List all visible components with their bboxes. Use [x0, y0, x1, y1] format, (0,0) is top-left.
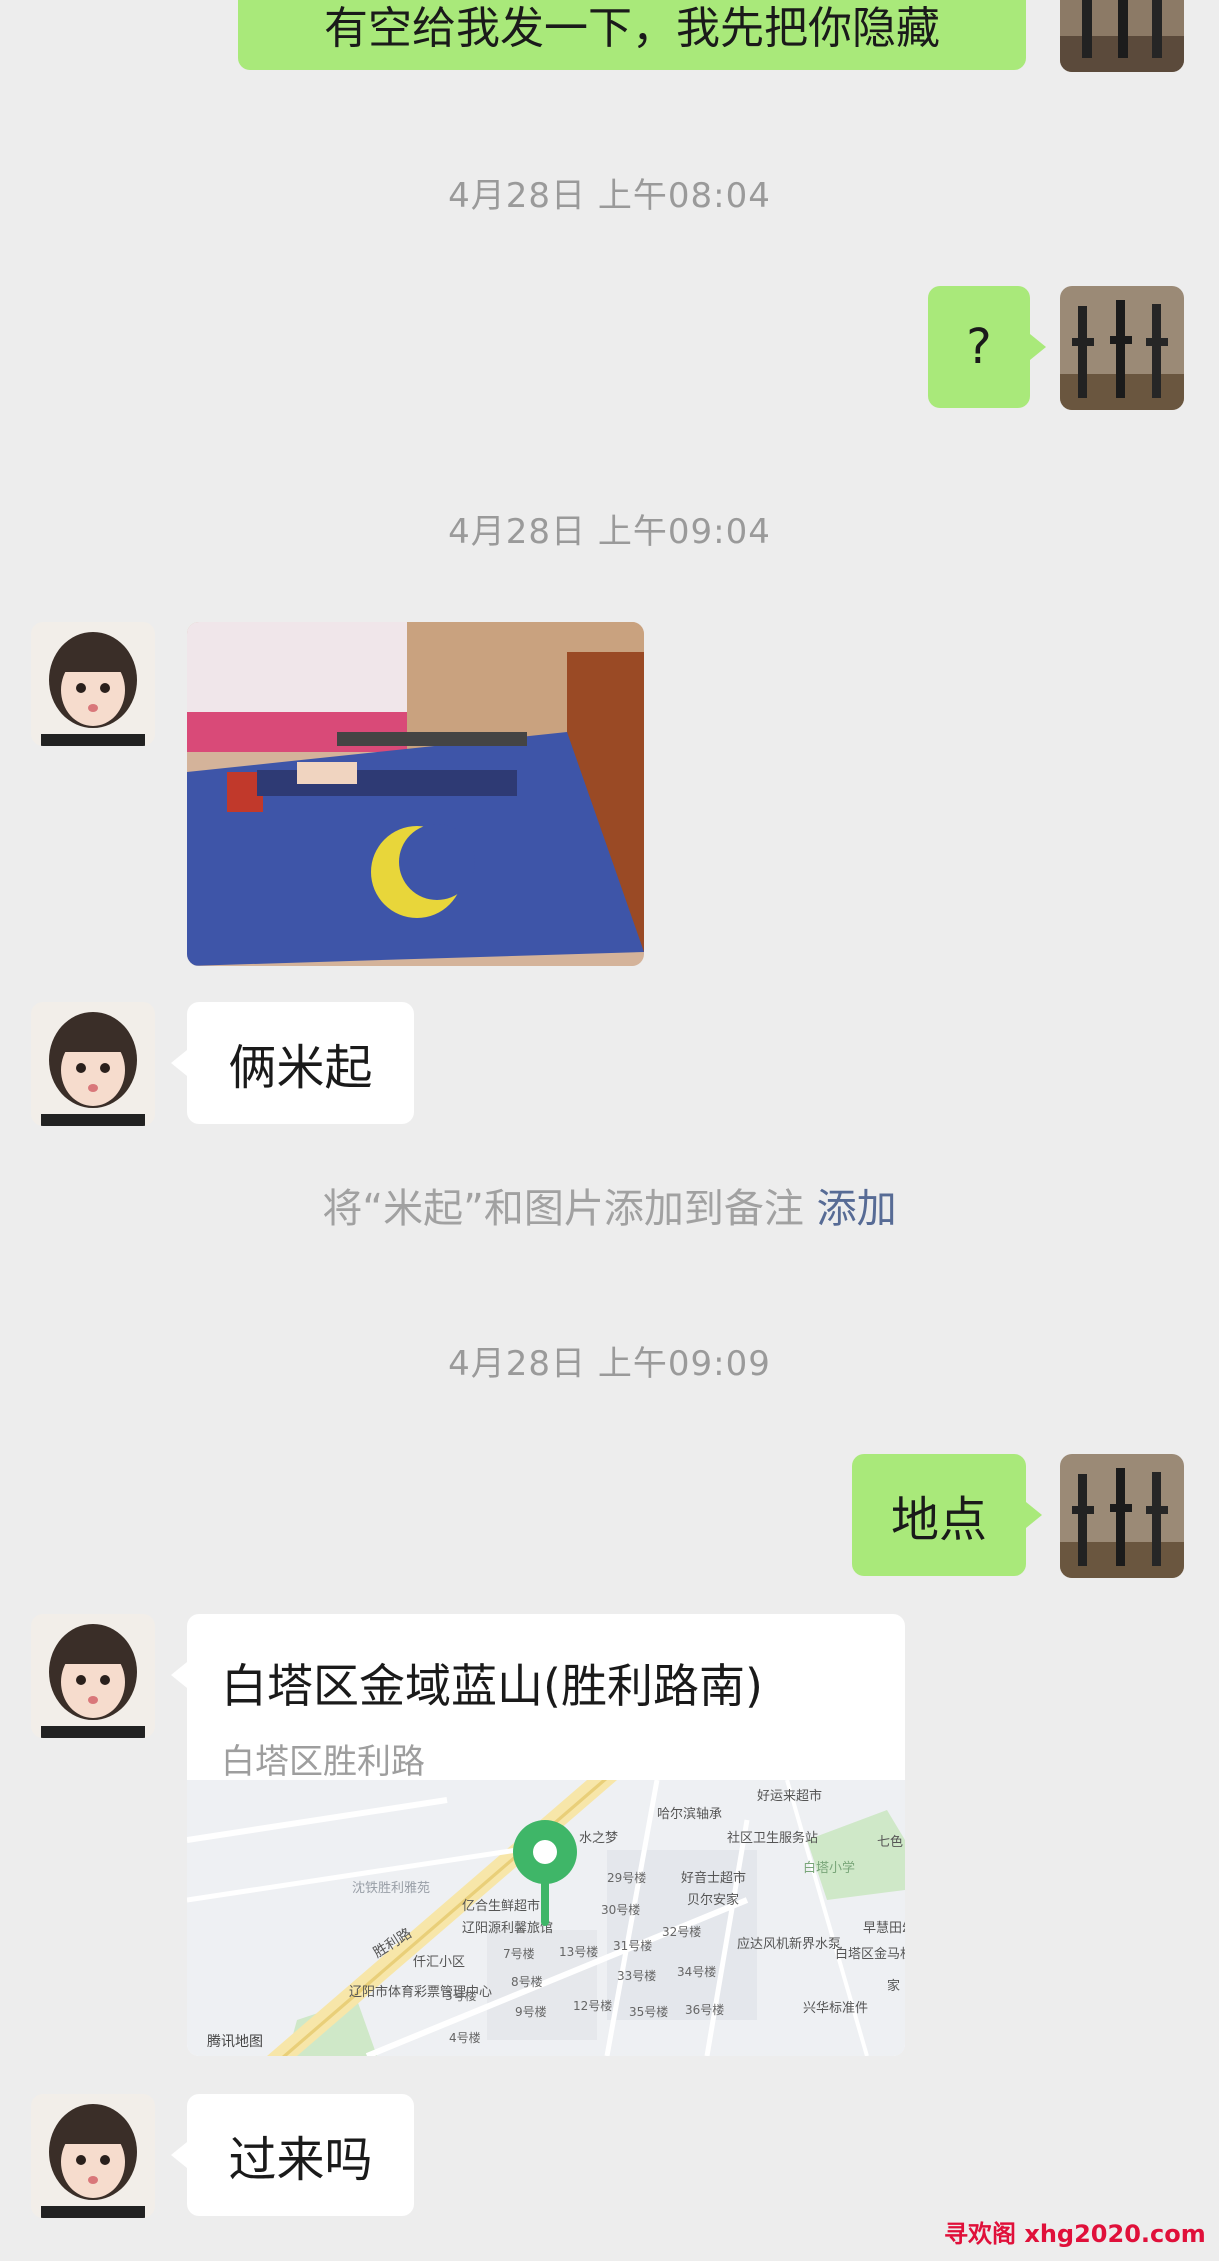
girl-avatar-icon	[31, 1614, 155, 1738]
map-label: 3号楼	[445, 1988, 477, 2003]
message-bubble-received[interactable]: 俩米起	[187, 1002, 414, 1124]
timestamp: 4月28日 上午08:04	[448, 176, 771, 216]
contact-avatar[interactable]	[31, 2094, 155, 2218]
map-label: 七色	[877, 1834, 903, 1850]
map-label: 8号楼	[511, 1974, 543, 1989]
girl-avatar-icon	[31, 2094, 155, 2218]
contact-avatar[interactable]	[31, 622, 155, 746]
message-bubble-sent-partial[interactable]: 有空给我发一下，我先把你隐藏	[238, 0, 1026, 70]
my-avatar[interactable]	[1060, 1454, 1184, 1578]
message-text: 地点	[890, 1492, 987, 1548]
map-image: 好运来超市 哈尔滨轴承 水之梦 社区卫生服务站 七色 白塔小学 沈铁胜利雅苑 2…	[187, 1779, 905, 2056]
remark-tip: 将“米起”和图片添加到备注 添加	[0, 1176, 1219, 1234]
bubble-tail	[1030, 334, 1046, 360]
remark-add-link[interactable]: 添加	[817, 1186, 897, 1232]
map-label: 兴华标准件	[803, 2001, 868, 2016]
map-label: 哈尔滨轴承	[657, 1806, 722, 1822]
girl-avatar-icon	[31, 1002, 155, 1126]
message-bubble-sent[interactable]: 地点	[852, 1454, 1026, 1576]
watermark: 寻欢阁 xhg2020.com	[944, 2220, 1206, 2248]
map-label: 水之梦	[579, 1831, 618, 1846]
rifles-avatar-icon	[1060, 0, 1184, 72]
map-label: 辽阳源利馨旅馆	[462, 1920, 553, 1936]
rifles-avatar-icon	[1060, 1454, 1184, 1578]
timestamp: 4月28日 上午09:04	[448, 512, 771, 552]
map-label: 33号楼	[617, 1968, 656, 1983]
girl-avatar-icon	[31, 622, 155, 746]
rifles-avatar-icon	[1060, 286, 1184, 410]
message-text: 有空给我发一下，我先把你隐藏	[324, 3, 940, 54]
map-label: 35号楼	[629, 2004, 668, 2019]
map-label: 白塔小学	[803, 1860, 855, 1876]
received-photo[interactable]	[187, 622, 644, 966]
map-label: 家	[887, 1978, 900, 1994]
my-avatar[interactable]	[1060, 0, 1184, 72]
message-text: 过来吗	[228, 2132, 373, 2188]
map-label: 早慧田幼	[863, 1920, 905, 1936]
location-title: 白塔区金域蓝山(胜利路南)	[221, 1659, 763, 1713]
timestamp: 4月28日 上午09:09	[448, 1344, 771, 1384]
bubble-tail	[171, 1662, 187, 1688]
contact-avatar[interactable]	[31, 1614, 155, 1738]
map-label: 4号楼	[449, 2030, 481, 2045]
map-label: 贝尔安家	[687, 1892, 739, 1908]
bubble-tail	[171, 2142, 187, 2168]
map-label: 7号楼	[503, 1946, 535, 1961]
bubble-tail	[1026, 1502, 1042, 1528]
map-label: 34号楼	[677, 1964, 716, 1979]
bubble-tail	[171, 1050, 187, 1076]
message-bubble-sent[interactable]: ?	[928, 286, 1030, 408]
my-avatar[interactable]	[1060, 286, 1184, 410]
map-label: 36号楼	[685, 2002, 724, 2017]
remark-tip-text: 将“米起”和图片添加到备注	[322, 1186, 804, 1232]
location-card[interactable]: 白塔区金域蓝山(胜利路南) 白塔区胜利路 好运来超市 哈尔滨轴承 水之梦 社区卫…	[187, 1614, 905, 2056]
map-label: 9号楼	[515, 2004, 547, 2019]
map-label: 沈铁胜利雅苑	[352, 1881, 430, 1896]
map-label: 13号楼	[559, 1944, 598, 1959]
contact-avatar[interactable]	[31, 1002, 155, 1126]
map-label: 仟汇小区	[413, 1955, 465, 1970]
message-text: ?	[966, 319, 992, 375]
map-label: 应达风机新界水泵	[737, 1936, 841, 1952]
map-label: 31号楼	[613, 1938, 652, 1953]
photo-image	[187, 622, 644, 966]
message-text: 俩米起	[228, 1040, 373, 1096]
map-label: 白塔区金马机电物资处	[835, 1946, 905, 1962]
location-address: 白塔区胜利路	[221, 1742, 425, 1782]
map-label: 腾讯地图	[207, 2033, 263, 2050]
map-label: 好运来超市	[757, 1788, 822, 1804]
map-label: 社区卫生服务站	[727, 1830, 818, 1846]
map-label: 29号楼	[607, 1870, 646, 1885]
location-map[interactable]: 好运来超市 哈尔滨轴承 水之梦 社区卫生服务站 七色 白塔小学 沈铁胜利雅苑 2…	[187, 1779, 905, 2056]
map-label: 亿合生鲜超市	[462, 1898, 540, 1914]
message-bubble-received[interactable]: 过来吗	[187, 2094, 414, 2216]
map-label: 32号楼	[662, 1924, 701, 1939]
map-label: 好音士超市	[681, 1870, 746, 1886]
map-label: 30号楼	[601, 1902, 640, 1917]
map-label: 12号楼	[573, 1998, 612, 2013]
